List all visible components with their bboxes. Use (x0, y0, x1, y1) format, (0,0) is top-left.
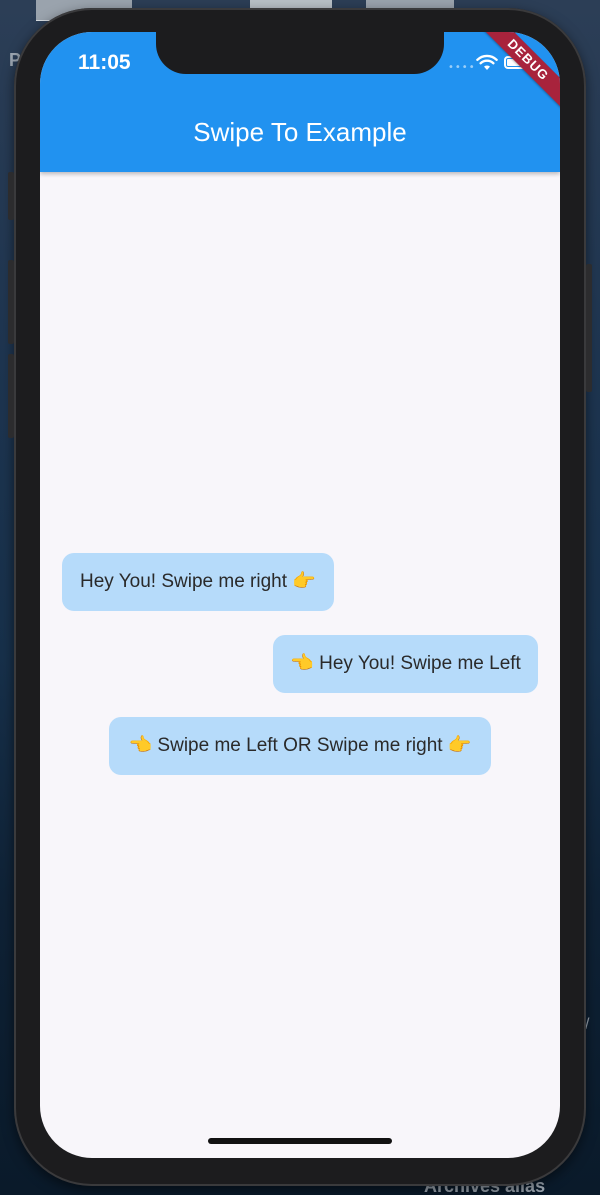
volume-down-button (8, 354, 14, 438)
phone-screen: 11:05 •••• DEBUG Swipe To Example Hey Yo… (40, 32, 560, 1158)
signal-dots-icon: •••• (448, 62, 476, 73)
status-time: 11:05 (78, 51, 131, 74)
swipe-both-message[interactable]: 👈 Swipe me Left OR Swipe me right 👉 (109, 717, 491, 775)
power-button (586, 264, 592, 392)
swipe-left-message[interactable]: 👈 Hey You! Swipe me Left (273, 635, 538, 693)
volume-up-button (8, 260, 14, 344)
page-title: Swipe To Example (193, 117, 407, 147)
home-indicator[interactable] (208, 1138, 392, 1144)
wifi-icon (476, 54, 498, 70)
camera-notch (156, 32, 444, 74)
swipe-right-message[interactable]: Hey You! Swipe me right 👉 (62, 553, 334, 611)
mute-switch (8, 172, 14, 220)
